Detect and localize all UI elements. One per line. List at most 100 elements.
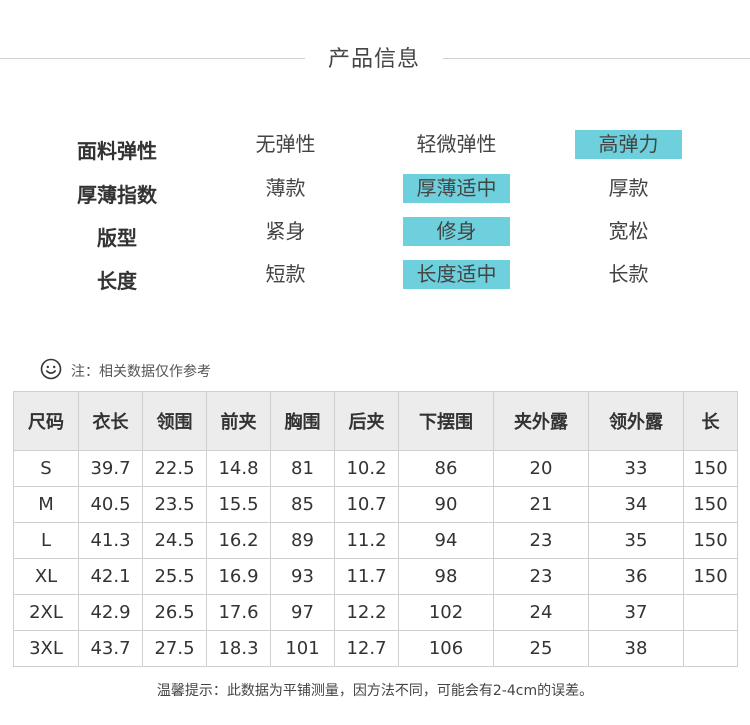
table-cell: 85 [270, 486, 335, 523]
table-cell: 17.6 [206, 594, 271, 631]
column-header: 前夹 [206, 391, 271, 451]
table-cell: 42.9 [78, 594, 143, 631]
table-cell: 23 [493, 558, 589, 595]
table-cell: 39.7 [78, 450, 143, 487]
title-divider-left [0, 58, 305, 59]
attribute-row: 面料弹性 无弹性 轻微弹性 高弹力 [0, 130, 750, 164]
table-cell: 43.7 [78, 630, 143, 667]
size-table: 尺码 衣长 领围 前夹 胸围 后夹 下摆围 夹外露 领外露长 S 39.7 22.5 14.8 81 10… [13, 391, 738, 667]
table-cell: 2XL [13, 594, 79, 631]
table-cell: 12.7 [334, 630, 399, 667]
attribute-option: 无弹性 [255, 132, 316, 156]
table-cell: 102 [398, 594, 494, 631]
table-cell [683, 630, 738, 667]
table-cell: 21 [493, 486, 589, 523]
table-cell: 38 [588, 630, 684, 667]
smiley-icon [40, 358, 62, 380]
attribute-option-selected: 厚薄适中 [403, 174, 510, 203]
table-cell: 40.5 [78, 486, 143, 523]
table-cell: 35 [588, 522, 684, 559]
column-header: 下摆围 [398, 391, 494, 451]
attribute-option: 轻微弹性 [416, 132, 497, 156]
table-cell: 3XL [13, 630, 79, 667]
table-row: L 41.3 24.5 16.2 89 11.2 94 23 35 150 [13, 522, 738, 559]
table-row: 2XL 42.9 26.5 17.6 97 12.2 102 24 37 [13, 594, 738, 631]
table-cell: 23.5 [142, 486, 207, 523]
column-header: 胸围 [270, 391, 335, 451]
table-cell [683, 594, 738, 631]
attribute-label: 版型 [97, 226, 137, 250]
table-cell: 37 [588, 594, 684, 631]
column-header: 后夹 [334, 391, 399, 451]
column-header: 领外露 [588, 391, 684, 451]
table-cell: 150 [683, 486, 738, 523]
table-cell: 93 [270, 558, 335, 595]
table-cell: 14.8 [206, 450, 271, 487]
table-cell: 27.5 [142, 630, 207, 667]
table-cell: 11.7 [334, 558, 399, 595]
attribute-option-selected: 长度适中 [403, 260, 510, 289]
table-cell: 89 [270, 522, 335, 559]
table-cell: 20 [493, 450, 589, 487]
column-header: 领围 [142, 391, 207, 451]
table-cell: 16.2 [206, 522, 271, 559]
table-cell: 26.5 [142, 594, 207, 631]
table-cell: 42.1 [78, 558, 143, 595]
column-header: 长 [683, 391, 738, 451]
table-cell: 25 [493, 630, 589, 667]
attribute-row: 厚薄指数 薄款 厚薄适中 厚款 [0, 174, 750, 208]
attribute-option: 厚款 [608, 176, 649, 200]
table-cell: 16.9 [206, 558, 271, 595]
table-row: 3XL 43.7 27.5 18.3 101 12.7 106 25 38 [13, 630, 738, 667]
table-cell: 106 [398, 630, 494, 667]
table-cell: 34 [588, 486, 684, 523]
attribute-label: 厚薄指数 [77, 183, 157, 207]
attribute-label: 面料弹性 [77, 139, 157, 163]
attribute-label: 长度 [97, 269, 137, 293]
column-header: 尺码 [13, 391, 79, 451]
table-cell: 81 [270, 450, 335, 487]
table-cell: 86 [398, 450, 494, 487]
table-cell: 90 [398, 486, 494, 523]
attribute-option-selected: 修身 [403, 217, 510, 246]
table-cell: XL [13, 558, 79, 595]
attribute-row: 版型 紧身 修身 宽松 [0, 217, 750, 251]
table-cell: 12.2 [334, 594, 399, 631]
table-cell: 24.5 [142, 522, 207, 559]
table-cell: 24 [493, 594, 589, 631]
section-header: 产品信息 [0, 38, 750, 78]
size-table-header: 尺码 衣长 领围 前夹 胸围 后夹 下摆围 夹外露 领外露长 [13, 391, 738, 451]
table-cell: S [13, 450, 79, 487]
table-row: M 40.5 23.5 15.5 85 10.7 90 21 34 150 [13, 486, 738, 523]
attribute-option: 长款 [608, 262, 649, 286]
table-cell: 150 [683, 450, 738, 487]
attribute-option: 宽松 [608, 219, 649, 243]
section-title: 产品信息 [327, 47, 420, 72]
attribute-option: 短款 [265, 262, 306, 286]
table-cell: L [13, 522, 79, 559]
table-cell: 36 [588, 558, 684, 595]
title-divider-right [443, 58, 750, 59]
table-cell: 23 [493, 522, 589, 559]
attribute-option: 紧身 [265, 219, 306, 243]
table-cell: 10.7 [334, 486, 399, 523]
table-cell: 11.2 [334, 522, 399, 559]
table-cell: 150 [683, 558, 738, 595]
table-cell: 18.3 [206, 630, 271, 667]
attribute-option-selected: 高弹力 [575, 130, 682, 159]
note-text: 注：相关数据仅作参考 [71, 364, 211, 380]
table-cell: M [13, 486, 79, 523]
table-row: XL 42.1 25.5 16.9 93 11.7 98 23 36 150 [13, 558, 738, 595]
table-cell: 98 [398, 558, 494, 595]
attribute-row: 长度 短款 长度适中 长款 [0, 260, 750, 294]
table-cell: 150 [683, 522, 738, 559]
footer-note: 温馨提示：此数据为平铺测量，因方法不同，可能会有2-4cm的误差。 [156, 683, 594, 699]
table-cell: 94 [398, 522, 494, 559]
table-cell: 101 [270, 630, 335, 667]
table-cell: 33 [588, 450, 684, 487]
table-cell: 97 [270, 594, 335, 631]
table-row: S 39.7 22.5 14.8 81 10.2 86 20 33 150 [13, 450, 738, 487]
table-cell: 41.3 [78, 522, 143, 559]
column-header: 衣长 [78, 391, 143, 451]
column-header: 夹外露 [493, 391, 589, 451]
